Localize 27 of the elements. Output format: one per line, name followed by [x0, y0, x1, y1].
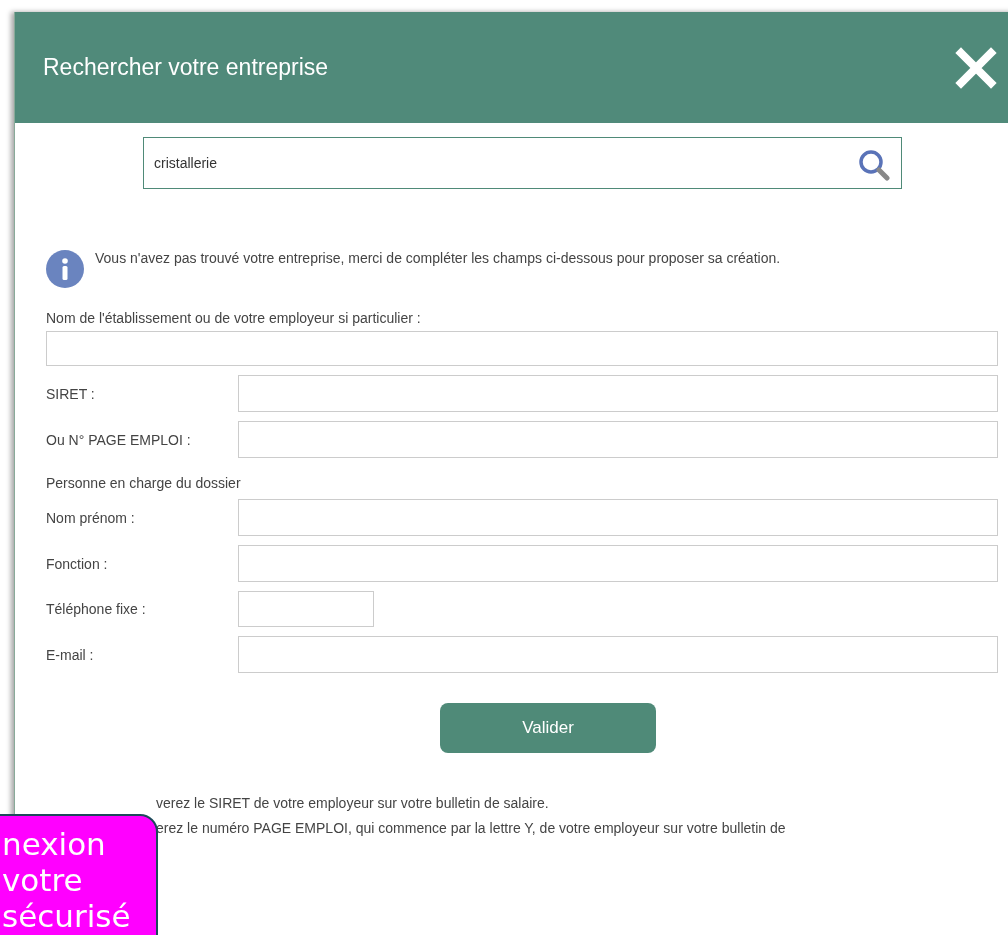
input-field[interactable]	[238, 591, 374, 627]
input-field[interactable]	[238, 421, 998, 458]
input-field[interactable]	[238, 545, 998, 582]
search-field[interactable]: cristallerie	[143, 137, 902, 189]
info-message: Vous n'avez pas trouvé votre entreprise, merci de compléter les champs ci-dessous pour proposer sa création.	[95, 249, 782, 268]
field-label: E-mail :	[46, 646, 95, 663]
input-field[interactable]	[238, 375, 998, 412]
overlay-text: nexion	[2, 826, 107, 862]
overlay-text: sécurisé	[2, 898, 132, 934]
note-text: verez le SIRET de votre employeur sur votre bulletin de salaire.	[156, 794, 550, 813]
input-field[interactable]	[238, 499, 998, 536]
note-text: erez le numéro PAGE EMPLOI, qui commence par la lettre Y, de votre employeur sur votre bulletin de	[156, 819, 787, 838]
dialog-title: Rechercher votre entreprise	[43, 54, 329, 81]
input-field[interactable]	[46, 331, 998, 366]
search-icon[interactable]	[858, 149, 890, 181]
validate-button[interactable]: Valider	[440, 703, 656, 753]
field-label: Ou N° PAGE EMPLOI :	[46, 431, 192, 448]
field-label: Nom de l'établissement ou de votre employeur si particulier :	[46, 310, 422, 326]
field-label: Fonction :	[46, 555, 109, 572]
overlay-text: votre	[2, 862, 84, 898]
input-field[interactable]	[238, 636, 998, 673]
field-label: SIRET :	[46, 385, 96, 402]
section-heading: Personne en charge du dossier	[46, 475, 242, 491]
field-label: Nom prénom :	[46, 509, 136, 526]
close-icon[interactable]	[955, 46, 997, 89]
field-label: Téléphone fixe :	[46, 601, 147, 617]
info-icon	[46, 250, 84, 288]
